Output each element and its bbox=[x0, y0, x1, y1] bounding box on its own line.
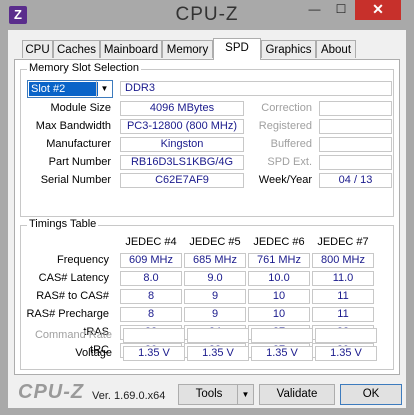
manufacturer-value: Kingston bbox=[120, 137, 244, 152]
tab-cpu[interactable]: CPU bbox=[22, 40, 53, 58]
timings-cell: 1.35 V bbox=[187, 346, 249, 361]
slot-select-value: Slot #2 bbox=[29, 82, 98, 96]
ok-button[interactable]: OK bbox=[340, 384, 402, 405]
slot-select[interactable]: Slot #2 ▼ bbox=[27, 80, 113, 98]
timings-column-header: JEDEC #5 bbox=[189, 236, 241, 248]
module-size-value: 4096 MBytes bbox=[120, 101, 244, 116]
serial-number-value: C62E7AF9 bbox=[120, 173, 244, 188]
timings-cell bbox=[251, 328, 313, 343]
timings-cell: 800 MHz bbox=[312, 253, 374, 268]
timings-cell: 11 bbox=[312, 307, 374, 322]
spd-ext-label: SPD Ext. bbox=[267, 156, 312, 168]
registered-value bbox=[319, 119, 392, 134]
timings-group-title: Timings Table bbox=[27, 218, 99, 230]
timings-cell: 685 MHz bbox=[184, 253, 246, 268]
timings-cell: 8.0 bbox=[120, 271, 182, 286]
validate-button[interactable]: Validate bbox=[259, 384, 335, 405]
timings-cell: 8 bbox=[120, 289, 182, 304]
part-number-value: RB16D3LS1KBG/4G bbox=[120, 155, 244, 170]
close-button[interactable]: ✕ bbox=[355, 0, 401, 20]
timings-cell: 761 MHz bbox=[248, 253, 310, 268]
chevron-down-icon[interactable]: ▼ bbox=[96, 81, 112, 97]
memory-slot-group-title: Memory Slot Selection bbox=[27, 62, 142, 74]
correction-label: Correction bbox=[261, 102, 312, 114]
timings-cell: 1.35 V bbox=[251, 346, 313, 361]
buffered-value bbox=[319, 137, 392, 152]
timings-row-label: RAS# to CAS# bbox=[36, 290, 109, 302]
timings-cell: 11 bbox=[312, 289, 374, 304]
chevron-down-icon[interactable]: ▼ bbox=[237, 385, 253, 404]
timings-column-header: JEDEC #6 bbox=[253, 236, 305, 248]
timings-cell: 1.35 V bbox=[315, 346, 377, 361]
spd-ext-value bbox=[319, 155, 392, 170]
timings-cell: 9 bbox=[184, 307, 246, 322]
timings-column-header: JEDEC #4 bbox=[125, 236, 177, 248]
tab-spd[interactable]: SPD bbox=[213, 38, 261, 60]
timings-cell: 10 bbox=[248, 289, 310, 304]
cpuz-logo: CPU-Z bbox=[18, 381, 85, 403]
timings-cell bbox=[123, 328, 185, 343]
memory-type-value: DDR3 bbox=[120, 81, 392, 96]
tools-button-label: Tools bbox=[195, 388, 223, 400]
buffered-label: Buffered bbox=[270, 138, 312, 150]
timings-cell: 10 bbox=[248, 307, 310, 322]
timings-row-label: CAS# Latency bbox=[38, 272, 109, 284]
tab-mainboard[interactable]: Mainboard bbox=[100, 40, 162, 58]
timings-cell bbox=[315, 328, 377, 343]
max-bandwidth-value: PC3-12800 (800 MHz) bbox=[120, 119, 244, 134]
timings-row-label: RAS# Precharge bbox=[26, 308, 109, 320]
module-size-label: Module Size bbox=[50, 102, 111, 114]
week-year-value: 04 / 13 bbox=[319, 173, 392, 188]
timings-cell: 1.35 V bbox=[123, 346, 185, 361]
timings-cell: 609 MHz bbox=[120, 253, 182, 268]
window-frame: Z CPU-Z — ☐ ✕ CPU Caches Mainboard Memor… bbox=[0, 0, 414, 415]
tab-about[interactable]: About bbox=[316, 40, 356, 58]
timings-cell: 8 bbox=[120, 307, 182, 322]
timings-cell: 10.0 bbox=[248, 271, 310, 286]
timings-cell: 9.0 bbox=[184, 271, 246, 286]
footer-bar: CPU-Z Ver. 1.69.0.x64 Tools ▼ Validate O… bbox=[8, 375, 406, 408]
timings-cell: 11.0 bbox=[312, 271, 374, 286]
max-bandwidth-label: Max Bandwidth bbox=[35, 120, 111, 132]
minimize-button[interactable]: — bbox=[301, 0, 328, 20]
week-year-label: Week/Year bbox=[258, 174, 312, 186]
memory-slot-group: Memory Slot Selection Slot #2 ▼ DDR3 Mod… bbox=[20, 62, 394, 217]
tab-caches[interactable]: Caches bbox=[53, 40, 100, 58]
timings-column-header: JEDEC #7 bbox=[317, 236, 369, 248]
registered-label: Registered bbox=[258, 120, 312, 132]
timings-row-label: Voltage bbox=[75, 347, 112, 359]
timings-cell: 9 bbox=[184, 289, 246, 304]
part-number-label: Part Number bbox=[48, 156, 111, 168]
client-area: CPU Caches Mainboard Memory SPD Graphics… bbox=[8, 30, 406, 408]
timings-row-label-dim: Command Rate bbox=[34, 329, 112, 341]
title-bar[interactable]: Z CPU-Z — ☐ ✕ bbox=[0, 0, 414, 30]
tab-graphics[interactable]: Graphics bbox=[261, 40, 316, 58]
tab-memory[interactable]: Memory bbox=[162, 40, 213, 58]
timings-cell bbox=[187, 328, 249, 343]
correction-value bbox=[319, 101, 392, 116]
serial-number-label: Serial Number bbox=[40, 174, 111, 186]
manufacturer-label: Manufacturer bbox=[46, 138, 111, 150]
maximize-button[interactable]: ☐ bbox=[328, 0, 354, 20]
version-label: Ver. 1.69.0.x64 bbox=[92, 390, 166, 402]
tools-button[interactable]: Tools ▼ bbox=[178, 384, 254, 405]
timings-row-label: Frequency bbox=[57, 254, 109, 266]
